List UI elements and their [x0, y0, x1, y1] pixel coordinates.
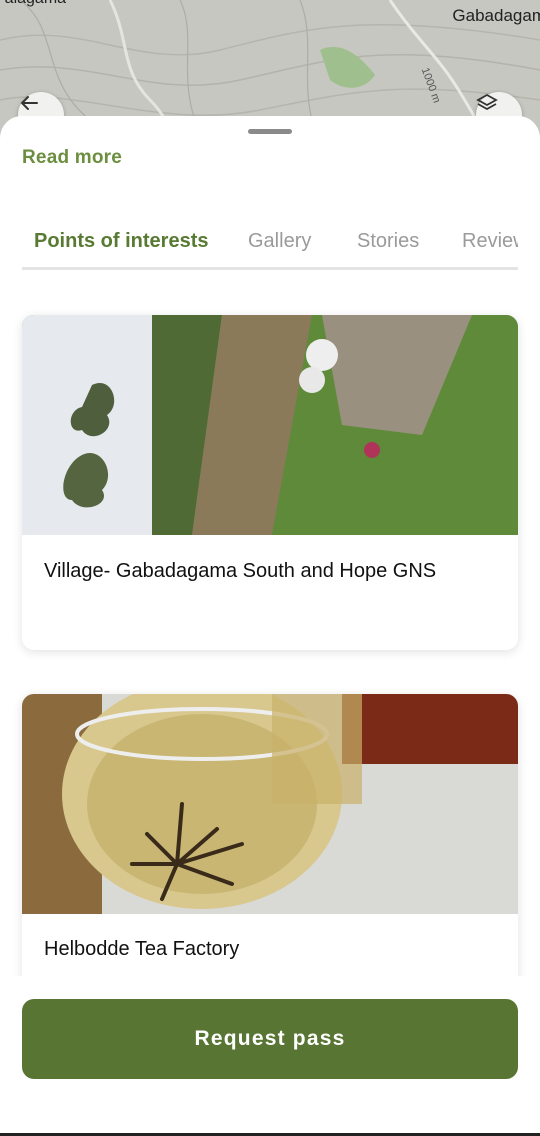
map-town-label: Gabadagam: [452, 6, 540, 25]
details-sheet: Read more Points of interests Gallery St…: [0, 116, 540, 1136]
layers-icon: [476, 93, 498, 111]
tab-stories[interactable]: Stories: [357, 230, 419, 253]
back-arrow-icon: [20, 96, 38, 110]
tab-bar: Points of interests Gallery Stories Revi…: [22, 224, 518, 270]
tab-gallery[interactable]: Gallery: [248, 230, 311, 253]
poi-card[interactable]: Village- Gabadagama South and Hope GNS: [22, 315, 518, 650]
poi-list[interactable]: Village- Gabadagama South and Hope GNS H…: [0, 266, 540, 976]
poi-card-title: Village- Gabadagama South and Hope GNS: [44, 560, 437, 582]
poi-card[interactable]: Helbodde Tea Factory: [22, 694, 518, 976]
tab-points-of-interests[interactable]: Points of interests: [34, 230, 208, 253]
map-place-label: Palagama: [0, 0, 66, 8]
poi-card-title: Helbodde Tea Factory: [44, 938, 240, 960]
sheet-drag-handle[interactable]: [248, 129, 292, 134]
tab-reviews[interactable]: Reviews: [462, 230, 518, 253]
village-photo: [22, 315, 518, 535]
tea-glass-photo: [22, 694, 518, 914]
request-pass-button[interactable]: Request pass: [22, 999, 518, 1079]
read-more-link[interactable]: Read more: [22, 147, 122, 169]
